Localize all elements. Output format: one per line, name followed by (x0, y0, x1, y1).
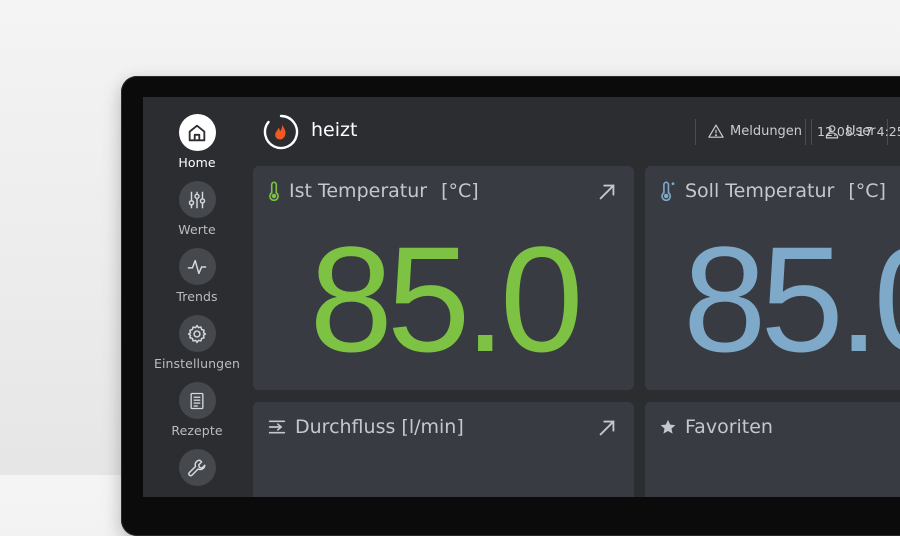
hmi-screen: Home Werte Trends Einstellungen Rezepte (143, 97, 900, 497)
sidebar-item-einstellungen[interactable]: Einstellungen (143, 315, 251, 371)
star-icon (660, 419, 676, 434)
header-divider (695, 119, 696, 145)
flow-icon (268, 420, 286, 434)
expand-arrow-icon[interactable] (596, 181, 618, 203)
flame-logo-icon (263, 114, 299, 150)
warning-icon (708, 124, 724, 138)
expand-arrow-icon[interactable] (596, 417, 618, 439)
sidebar-item-trends[interactable]: Trends (143, 248, 251, 304)
machine-status: heizt (311, 119, 358, 141)
document-icon (178, 382, 216, 419)
card-title: Favoriten (659, 416, 773, 438)
sidebar-item-service[interactable] (143, 449, 251, 490)
soll-temperatur-unit: [°C] (848, 180, 886, 202)
durchfluss-label: Durchfluss [l/min] (295, 416, 464, 438)
soll-temperatur-value: 85.0 (683, 215, 900, 383)
messages-label: Meldungen (730, 123, 803, 139)
wrench-icon (178, 449, 216, 486)
gear-icon (178, 315, 216, 352)
sidebar-item-home[interactable]: Home (143, 114, 251, 170)
trend-icon (178, 248, 216, 285)
card-title: Durchfluss [l/min] (267, 416, 464, 438)
date-time: 12.08.17 4:25 (817, 123, 900, 139)
header-divider (811, 119, 812, 145)
card-title: Soll Temperatur [°C] (659, 180, 886, 202)
thermometer-icon (269, 181, 279, 201)
sidebar-item-label: Home (178, 155, 216, 170)
durchfluss-card: Durchfluss [l/min] (253, 402, 634, 497)
card-title: Ist Temperatur [°C] (267, 180, 479, 202)
sidebar-item-rezepte[interactable]: Rezepte (143, 382, 251, 438)
sliders-icon (178, 181, 216, 218)
top-header: heizt Meldungen User DE (251, 97, 900, 165)
ist-temperatur-value: 85.0 (309, 215, 584, 383)
favoriten-card: Favoriten (645, 402, 900, 497)
sidebar-item-label: Rezepte (171, 423, 223, 438)
home-icon (178, 114, 216, 151)
sidebar-item-werte[interactable]: Werte (143, 181, 251, 237)
ist-temperatur-card: Ist Temperatur [°C] 85.0 (253, 166, 634, 390)
sidebar-item-label: Trends (176, 289, 218, 304)
ist-temperatur-label: Ist Temperatur (289, 180, 428, 202)
header-divider (805, 119, 806, 145)
messages-button[interactable]: Meldungen (707, 121, 802, 141)
soll-temperatur-label: Soll Temperatur (685, 180, 835, 202)
thermometer-setpoint-icon (661, 181, 675, 201)
sidebar-item-label: Einstellungen (153, 356, 241, 371)
sidebar-item-label: Werte (178, 222, 216, 237)
soll-temperatur-card: Soll Temperatur [°C] 85.0 (645, 166, 900, 390)
sidebar-nav: Home Werte Trends Einstellungen Rezepte (143, 97, 251, 497)
favoriten-label: Favoriten (685, 416, 773, 438)
ist-temperatur-unit: [°C] (441, 180, 479, 202)
